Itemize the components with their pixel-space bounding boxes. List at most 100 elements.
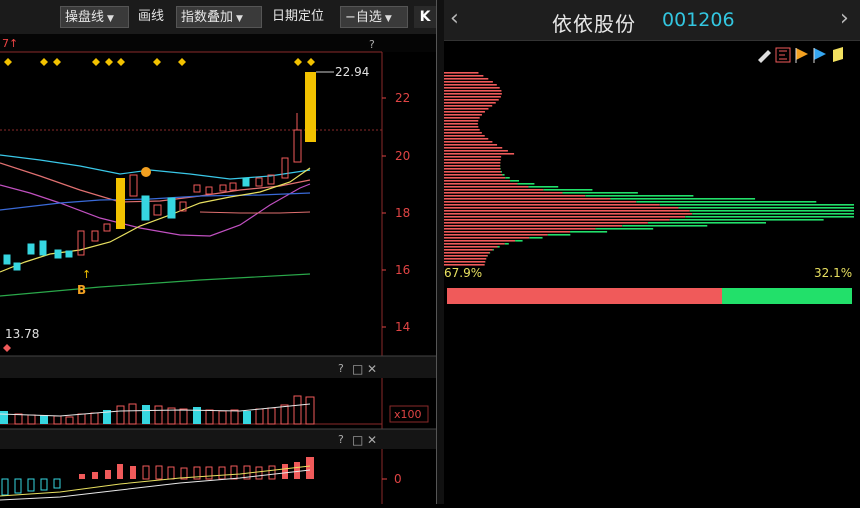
chip-bar-loss <box>493 249 494 251</box>
chip-bar-loss <box>548 234 571 236</box>
chip-bar-profit <box>444 174 502 176</box>
chevron-down-icon: ▼ <box>107 14 114 24</box>
chip-bar-profit <box>444 117 480 119</box>
chip-bar-profit <box>444 180 510 182</box>
chip-flag-red-icon[interactable] <box>776 48 790 62</box>
chip-flag-blue-icon[interactable] <box>814 48 826 63</box>
chip-bar-profit <box>444 135 485 137</box>
volume-restore-icon[interactable]: □ <box>352 362 363 376</box>
draw-line-tool-dropdown[interactable]: 操盘线▼ <box>60 6 129 28</box>
volume-close-icon[interactable]: ✕ <box>367 362 377 376</box>
chart-area[interactable]: 7↑ ? 22 20 18 16 14 <box>0 34 436 504</box>
chip-bar-profit <box>444 138 488 140</box>
help-icon[interactable]: ? <box>369 38 375 51</box>
chip-flag-yellow-icon[interactable] <box>833 47 843 62</box>
collapse-panel-button[interactable]: K <box>414 6 436 28</box>
y-tick-18: 18 <box>395 206 410 220</box>
next-stock-button[interactable]: › <box>840 6 849 31</box>
chip-bar-profit <box>444 216 685 218</box>
stock-code: 001206 <box>662 9 735 31</box>
loss-ratio-bar <box>722 288 852 304</box>
chip-bar-profit <box>444 156 501 158</box>
chip-bar-loss <box>611 198 756 200</box>
chip-flag-orange-icon[interactable] <box>796 48 808 63</box>
macd-restore-icon[interactable]: □ <box>352 433 363 447</box>
chip-bar-profit <box>444 213 692 215</box>
chip-bar-profit <box>444 222 648 224</box>
chip-bar-profit <box>444 159 501 161</box>
volume-help-icon[interactable]: ? <box>338 362 344 375</box>
chip-bar-profit <box>444 237 529 239</box>
y-tick-20: 20 <box>395 149 410 163</box>
chip-bar-loss <box>502 174 504 176</box>
chip-bar-profit <box>444 183 518 185</box>
chip-bar-profit <box>444 99 499 101</box>
chip-bar-profit <box>444 258 486 260</box>
chip-bar-profit <box>444 123 478 125</box>
chart-toolbar: 操盘线▼ 画线 指数叠加▼ 日期定位 −自选▼ K <box>0 0 436 34</box>
index-overlay-label: 指数叠加 <box>181 10 233 25</box>
chip-bar-loss <box>660 204 854 206</box>
chip-bar-profit <box>444 84 497 86</box>
chip-bar-profit <box>444 126 478 128</box>
chip-bar-profit <box>444 72 478 74</box>
chip-bar-profit <box>444 105 492 107</box>
chip-bar-profit <box>444 246 498 248</box>
chip-bar-profit <box>444 111 485 113</box>
chip-bar-profit <box>444 150 508 152</box>
info-pin-icon[interactable] <box>141 167 151 177</box>
chip-bar-loss <box>562 192 637 194</box>
macd-zero-label: 0 <box>394 472 402 486</box>
buy-signal-label: B <box>77 283 86 297</box>
buy-arrow-icon: ↑ <box>82 268 91 281</box>
event-markers[interactable] <box>4 58 315 66</box>
chip-bar-loss <box>501 171 502 173</box>
chip-bar-profit <box>444 204 660 206</box>
chip-bar-loss <box>670 219 824 221</box>
chip-bar-profit <box>444 93 502 95</box>
chip-bar-profit <box>444 132 482 134</box>
chip-histogram[interactable] <box>444 66 860 266</box>
draw-button[interactable]: 画线 <box>134 6 168 28</box>
kline-chart[interactable]: 7↑ ? 22 20 18 16 14 <box>0 34 436 504</box>
chip-bar-loss <box>636 201 816 203</box>
chevron-down-icon: ▼ <box>385 14 392 24</box>
stock-header: ‹ 依依股份 001206 › <box>444 0 860 41</box>
volume-scale-label: x100 <box>394 408 422 421</box>
chip-bar-loss <box>529 237 542 239</box>
index-overlay-dropdown[interactable]: 指数叠加▼ <box>176 6 262 28</box>
y-tick-16: 16 <box>395 263 410 277</box>
chip-bar-profit <box>444 231 570 233</box>
chip-bar-profit <box>444 78 488 80</box>
macd-help-icon[interactable]: ? <box>338 433 344 446</box>
chip-bar-profit <box>444 81 493 83</box>
chip-bar-loss <box>570 231 607 233</box>
chip-bar-loss <box>528 186 558 188</box>
chip-bar-profit <box>444 75 483 77</box>
chip-bar-loss <box>505 177 510 179</box>
chip-bar-profit <box>444 189 543 191</box>
chip-bar-profit <box>444 108 488 110</box>
volume-bars <box>0 396 314 424</box>
chip-bar-loss <box>648 222 766 224</box>
chip-bar-profit <box>444 210 690 212</box>
date-locate-button[interactable]: 日期定位 <box>268 6 328 28</box>
watchlist-label: 自选 <box>356 10 382 25</box>
chip-bar-loss <box>622 225 707 227</box>
prev-stock-button[interactable]: ‹ <box>450 6 459 31</box>
pen-icon[interactable] <box>758 50 771 63</box>
chip-bar-loss <box>515 240 522 242</box>
chip-bar-profit <box>444 87 500 89</box>
chip-bar-profit <box>444 225 622 227</box>
chip-bar-profit <box>444 144 497 146</box>
y-tick-14: 14 <box>395 320 410 334</box>
watchlist-dropdown[interactable]: −自选▼ <box>340 6 408 28</box>
chip-bar-loss <box>490 252 491 254</box>
chip-bar-profit <box>444 165 500 167</box>
macd-close-icon[interactable]: ✕ <box>367 433 377 447</box>
collapse-label: K <box>420 9 431 25</box>
profit-ratio: 67.9% <box>444 266 482 280</box>
chip-bar-loss <box>595 228 653 230</box>
chip-bar-profit <box>444 243 505 245</box>
low-marker-icon <box>3 344 11 352</box>
